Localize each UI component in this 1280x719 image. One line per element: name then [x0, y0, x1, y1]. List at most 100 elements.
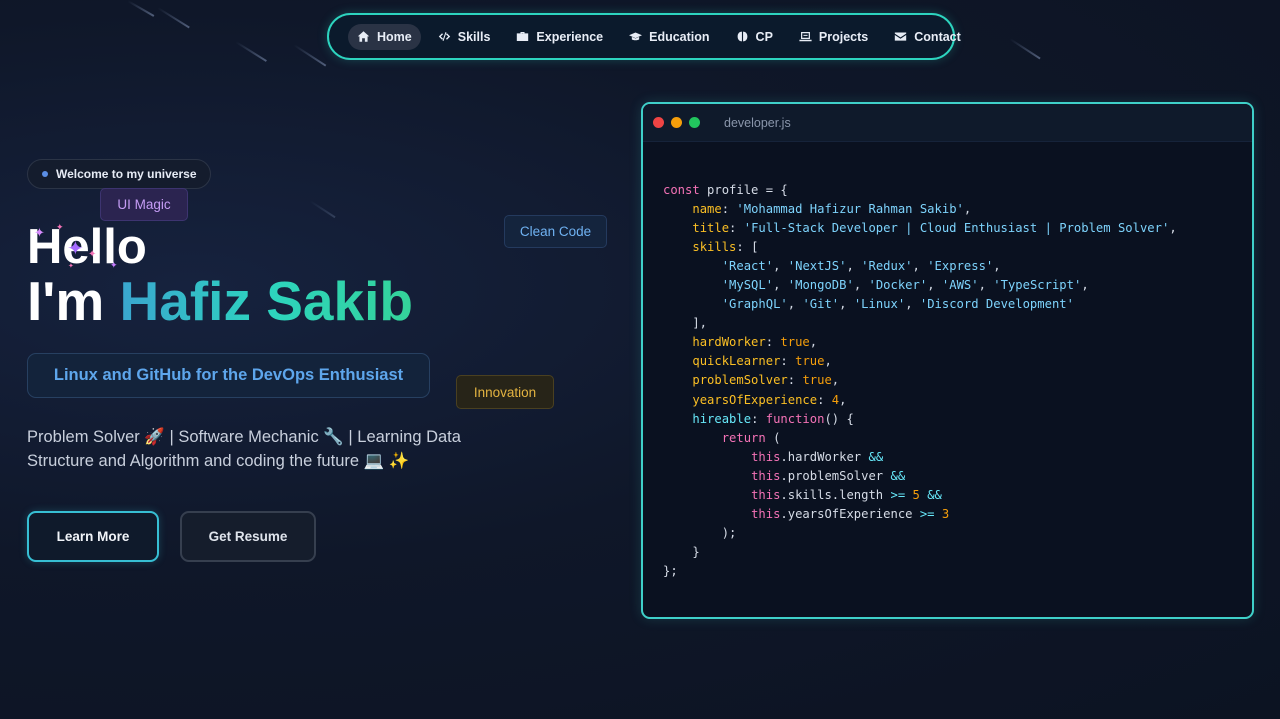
- code-token: ,: [905, 297, 920, 312]
- shooting-star: [127, 0, 155, 17]
- code-line: 'MySQL', 'MongoDB', 'Docker', 'AWS', 'Ty…: [663, 278, 1089, 292]
- nav-item-home[interactable]: Home: [348, 23, 421, 50]
- name-heading: I'm Hafiz Sakib: [27, 270, 413, 332]
- code-line: };: [663, 564, 678, 578]
- code-line: this.yearsOfExperience >= 3: [663, 507, 949, 521]
- code-token: );: [663, 525, 737, 540]
- code-token: 'NextJS': [787, 259, 847, 274]
- welcome-text: Welcome to my universe: [56, 167, 197, 181]
- window-minimize-dot-icon: [671, 117, 682, 128]
- nav-item-label: Education: [649, 29, 710, 44]
- window-close-dot-icon: [653, 117, 664, 128]
- get-resume-button[interactable]: Get Resume: [180, 511, 316, 562]
- code-line: const profile = {: [663, 183, 788, 197]
- code-line: }: [663, 545, 699, 559]
- brain-icon: [737, 31, 747, 42]
- nav-item-experience[interactable]: Experience: [507, 24, 612, 50]
- code-token: profile = {: [699, 183, 788, 197]
- welcome-badge: Welcome to my universe: [27, 159, 211, 189]
- code-token: ,: [773, 259, 788, 274]
- code-token: ,: [773, 278, 788, 293]
- code-token: ,: [787, 297, 803, 312]
- learn-more-button[interactable]: Learn More: [27, 511, 159, 562]
- shooting-star: [1009, 38, 1041, 59]
- nav-item-label: Skills: [457, 29, 491, 44]
- nav-item-education[interactable]: Education: [620, 24, 718, 50]
- code-line: yearsOfExperience: 4,: [663, 393, 846, 407]
- code-token: &&: [868, 449, 884, 464]
- code-icon: [438, 32, 450, 41]
- code-line: hardWorker: true,: [663, 335, 817, 349]
- home-icon: [357, 31, 370, 42]
- nav-item-projects[interactable]: Projects: [790, 24, 877, 50]
- nav-item-contact[interactable]: Contact: [885, 24, 970, 50]
- code-line: quickLearner: true,: [663, 354, 831, 369]
- code-token: this: [751, 506, 781, 521]
- code-token: ,: [831, 373, 840, 388]
- code-filename: developer.js: [724, 115, 791, 130]
- code-token: (: [765, 430, 781, 445]
- code-window: developer.js const profile = { name: 'Mo…: [641, 102, 1254, 619]
- code-token: 5: [912, 487, 920, 502]
- hero-description: Problem Solver 🚀 | Software Mechanic 🔧 |…: [27, 428, 461, 470]
- code-token: ,: [993, 259, 1001, 274]
- code-window-titlebar: developer.js: [643, 104, 1252, 142]
- nav-item-cp[interactable]: CP: [727, 24, 782, 50]
- shooting-star: [293, 44, 327, 67]
- sparkle-icon: ✦: [34, 225, 45, 240]
- sparkle-icon: ✦: [67, 238, 84, 260]
- name-prefix: I'm: [27, 270, 105, 332]
- graduation-cap-icon: [629, 32, 643, 41]
- code-token: ,: [963, 202, 972, 217]
- code-token: title: [692, 221, 730, 236]
- code-token: this: [751, 468, 781, 483]
- code-token: quickLearner: [692, 354, 781, 369]
- shooting-star: [157, 7, 190, 28]
- nav-item-label: CP: [755, 29, 773, 44]
- code-line: problemSolver: true,: [663, 373, 839, 387]
- code-line: this.hardWorker &&: [663, 450, 883, 464]
- code-line: hireable: function() {: [663, 412, 853, 426]
- code-token: &&: [890, 468, 906, 483]
- code-token: 'Docker': [868, 278, 928, 293]
- nav-item-label: Home: [377, 29, 412, 44]
- code-token: name: [692, 202, 722, 217]
- code-token: 'MongoDB': [787, 278, 854, 293]
- code-token: ,: [1169, 221, 1177, 236]
- nav-item-label: Contact: [914, 29, 961, 44]
- code-line: return (: [663, 430, 781, 445]
- code-token: ,: [839, 392, 847, 407]
- code-token: 'Express': [927, 259, 994, 274]
- floating-tag-ui-magic: UI Magic: [100, 188, 188, 221]
- code-token: const: [663, 183, 700, 197]
- code-token: ,: [978, 278, 994, 293]
- nav-item-label: Projects: [818, 29, 869, 44]
- code-block: const profile = { name: 'Mohammad Hafizu…: [663, 181, 1177, 581]
- nav-item-skills[interactable]: Skills: [429, 24, 500, 50]
- code-token: :: [787, 373, 803, 388]
- sparkle-icon: ✦: [68, 263, 74, 270]
- code-line: 'GraphQL', 'Git', 'Linux', 'Discord Deve…: [663, 297, 1074, 311]
- code-line: this.problemSolver &&: [663, 469, 905, 483]
- code-token: 'Mohammad Hafizur Rahman Sakib': [736, 202, 964, 217]
- code-token: true: [802, 373, 832, 388]
- code-token: };: [663, 563, 678, 578]
- code-token: ,: [839, 297, 854, 312]
- code-token: &&: [927, 487, 942, 502]
- code-line: ],: [663, 316, 707, 330]
- code-token: 'Git': [802, 297, 840, 312]
- code-token: 'React': [721, 259, 774, 274]
